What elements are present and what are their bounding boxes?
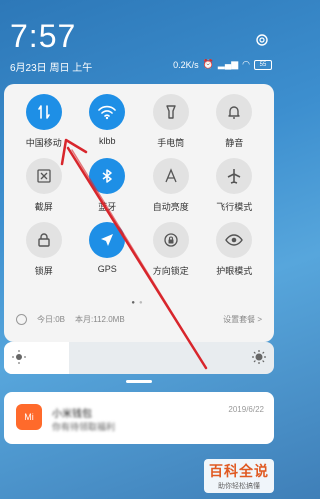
notification-card[interactable]: Mi 小米钱包 你有待领取福利 2019/6/22 [4,392,274,444]
date-label: 6月23日 周日 上午 [10,63,93,74]
page-indicator: ●● [131,300,147,306]
quick-toggle-label: 方向锁定 [152,266,189,276]
quick-toggle-bluetooth[interactable]: 蓝牙 [76,158,140,213]
status-bar: 7:57 6月23日 周日 上午 0.2K/s ⏰ ▂▄▆ ◠ 55 [0,0,278,80]
notification-body: 你有待领取福利 [52,422,116,432]
scissors-icon [25,158,62,194]
bell-icon [216,94,253,130]
clock: 7:57 [10,18,77,54]
quick-settings-panel: 中国移动 klbb 手电筒 静音截屏 蓝牙 自动亮度 飞行模式锁屏 GPS 方向锁定 护眼模式 ●… [4,84,274,342]
quick-toggle-bell[interactable]: 静音 [203,94,267,149]
quick-toggle-eye[interactable]: 护眼模式 [203,222,267,277]
wifi-icon [89,94,126,130]
drag-handle[interactable] [126,380,152,383]
data-arrows-icon [25,94,62,130]
quick-toggle-label: 护眼模式 [216,266,253,276]
settings-gear-icon[interactable] [254,32,270,48]
quick-toggle-label: 截屏 [34,202,53,212]
quick-toggle-label: 飞行模式 [216,202,253,212]
system-indicators: 0.2K/s ⏰ ▂▄▆ ◠ 55 [173,59,272,70]
quick-toggle-label: 自动亮度 [152,202,189,212]
quick-toggle-rotation-lock[interactable]: 方向锁定 [139,222,203,277]
eye-icon [216,222,253,258]
watermark-logo: 百科全说 助你轻松搞懂 [204,459,274,493]
quick-toggle-label: klbb [98,136,116,146]
data-today: 今日:0B [37,315,66,324]
flashlight-icon [152,94,189,130]
signal-icon: ▂▄▆ [217,59,239,69]
notification-app-icon: Mi [16,404,42,430]
watermark-subtitle: 助你轻松搞懂 [218,483,260,490]
wifi-status-icon: ◠ [242,59,250,69]
net-speed: 0.2K/s [173,59,199,70]
brightness-slider[interactable] [4,342,274,374]
notification-date: 2019/6/22 [228,405,264,414]
quick-toggle-data-arrows[interactable]: 中国移动 [12,94,76,149]
data-usage-row: 今日:0B 本月:112.0MB 设置套餐 > [16,314,262,325]
watermark-title: 百科全说 [209,463,269,479]
quick-toggle-flashlight[interactable]: 手电筒 [139,94,203,149]
alarm-icon: ⏰ [202,59,214,69]
quick-toggle-label: GPS [97,264,117,274]
quick-toggle-gps[interactable]: GPS [76,222,140,277]
bluetooth-icon [89,158,126,194]
brightness-low-icon [12,350,26,364]
quick-toggle-auto-brightness[interactable]: 自动亮度 [139,158,203,213]
notification-title: 小米钱包 [52,409,92,420]
quick-toggle-label: 中国移动 [25,138,62,148]
quick-toggle-label: 手电筒 [157,138,185,148]
auto-brightness-icon [152,158,189,194]
quick-toggle-label: 静音 [225,138,244,148]
quick-toggle-airplane[interactable]: 飞行模式 [203,158,267,213]
lock-icon [25,222,62,258]
quick-toggle-label: 锁屏 [34,266,53,276]
rotation-lock-icon [152,222,189,258]
quick-toggle-scissors[interactable]: 截屏 [12,158,76,213]
data-month: 本月:112.0MB [75,315,125,324]
gps-icon [89,222,126,258]
brightness-high-icon [252,350,266,364]
battery-icon: 55 [254,59,272,70]
quick-toggle-lock[interactable]: 锁屏 [12,222,76,277]
quick-toggle-label: 蓝牙 [98,202,117,212]
quick-toggle-wifi[interactable]: klbb [76,94,140,149]
airplane-icon [216,158,253,194]
data-plan-settings-link[interactable]: 设置套餐 > [223,314,262,325]
data-usage-icon [16,314,27,325]
toggle-grid: 中国移动 klbb 手电筒 静音截屏 蓝牙 自动亮度 飞行模式锁屏 GPS 方向锁定 护眼模式 [12,94,266,277]
